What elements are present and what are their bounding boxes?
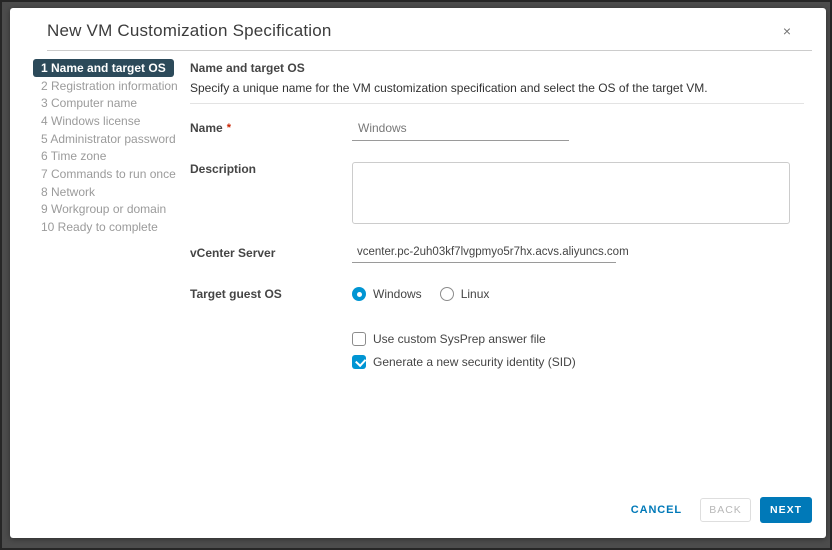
generate-sid-checkbox[interactable]: Generate a new security identity (SID) <box>352 355 576 369</box>
vcenter-server-label: vCenter Server <box>190 246 276 260</box>
content-heading: Name and target OS <box>190 61 305 75</box>
target-os-radio-group: Windows Linux <box>352 287 489 301</box>
sid-checkbox-row: Generate a new security identity (SID) <box>190 355 804 369</box>
step-registration-information[interactable]: 2 Registration information <box>33 77 186 95</box>
new-vm-customization-dialog: New VM Customization Specification × 1 N… <box>10 8 826 538</box>
step-time-zone[interactable]: 6 Time zone <box>33 147 114 165</box>
modal-backdrop: New VM Customization Specification × 1 N… <box>0 0 832 550</box>
step-administrator-password[interactable]: 5 Administrator password <box>33 130 184 148</box>
cancel-button[interactable]: CANCEL <box>631 504 682 516</box>
sysprep-checkbox-row: Use custom SysPrep answer file <box>190 332 804 346</box>
step-content-panel: Name and target OS Specify a unique name… <box>190 59 826 494</box>
next-button[interactable]: NEXT <box>760 496 812 523</box>
required-asterisk: * <box>226 122 231 134</box>
content-divider <box>190 103 804 104</box>
checkbox-checked-icon <box>352 355 366 369</box>
step-computer-name[interactable]: 3 Computer name <box>33 94 145 112</box>
description-label: Description <box>190 162 257 176</box>
checkbox-unchecked-icon <box>352 332 366 346</box>
step-workgroup-or-domain[interactable]: 9 Workgroup or domain <box>33 201 174 219</box>
dialog-title: New VM Customization Specification <box>47 21 332 40</box>
back-button[interactable]: BACK <box>700 497 751 522</box>
description-textarea[interactable] <box>352 162 790 224</box>
step-windows-license[interactable]: 4 Windows license <box>33 112 148 130</box>
dialog-header: New VM Customization Specification × <box>10 8 826 41</box>
step-name-and-target-os[interactable]: 1 Name and target OS <box>33 59 174 77</box>
radio-unselected-icon <box>439 287 454 301</box>
vcenter-server-value: vcenter.pc-2uh03kf7lvgpmyo5r7hx.acvs.ali… <box>352 246 629 263</box>
target-guest-os-label: Target guest OS <box>190 287 282 301</box>
dialog-footer: CANCEL BACK NEXT <box>10 494 826 538</box>
name-input[interactable] <box>352 121 569 141</box>
step-commands-to-run-once[interactable]: 7 Commands to run once <box>33 165 184 183</box>
dialog-body: 1 Name and target OS 2 Registration info… <box>10 51 826 494</box>
use-custom-sysprep-checkbox[interactable]: Use custom SysPrep answer file <box>352 332 546 346</box>
description-row: Description <box>190 162 804 224</box>
name-label: Name * <box>190 121 231 135</box>
close-icon[interactable]: × <box>778 22 796 40</box>
step-network[interactable]: 8 Network <box>33 183 103 201</box>
step-ready-to-complete[interactable]: 10 Ready to complete <box>33 218 166 236</box>
name-row: Name * <box>190 121 804 141</box>
target-guest-os-row: Target guest OS Windows Linux <box>190 287 804 301</box>
radio-windows[interactable]: Windows <box>352 287 422 301</box>
wizard-steps-sidebar: 1 Name and target OS 2 Registration info… <box>33 59 190 494</box>
content-subtitle: Specify a unique name for the VM customi… <box>190 81 708 95</box>
vcenter-server-row: vCenter Server vcenter.pc-2uh03kf7lvgpmy… <box>190 246 804 263</box>
radio-linux[interactable]: Linux <box>439 287 489 301</box>
radio-selected-icon <box>352 287 366 301</box>
